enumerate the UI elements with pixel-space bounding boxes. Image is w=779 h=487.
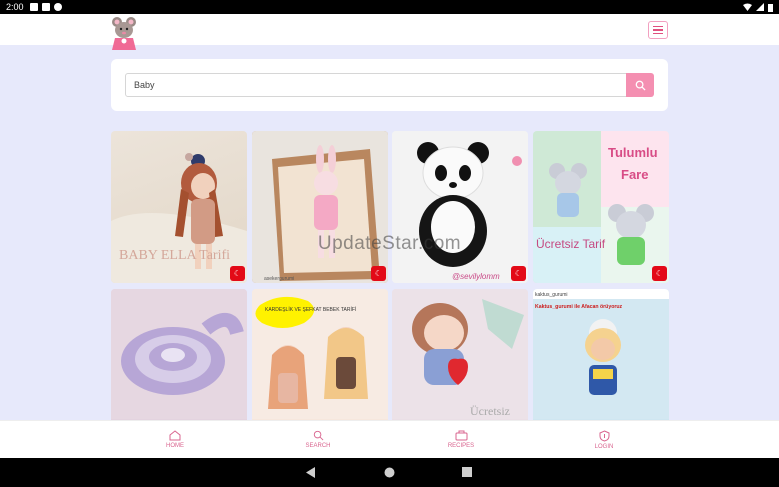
turkey-flag-icon: ☾ [230,266,245,281]
recipe-card[interactable]: kaktus_gurumi Kaktus_gurumi ile Afacan ö… [533,289,669,441]
recipe-image: Tulumlu Fare Ücretsiz Tarif [533,131,669,283]
search-icon [635,80,646,91]
search-icon [313,430,323,441]
recipe-card[interactable]: asekergurumi ☾ [252,131,388,283]
search-card [111,59,668,111]
nav-home[interactable]: HOME [145,430,205,449]
search-input[interactable] [125,73,627,97]
recipe-image: BABY ELLA Tarifi [111,153,247,283]
recipe-card[interactable]: KARDEŞLİK VE ŞEFKAT BEBEK TARİFİ [252,289,388,441]
tile-handle: kaktus_gurumi [535,292,568,298]
recipe-image [111,289,247,419]
recipe-image: asekergurumi [252,131,388,283]
recipe-image: kaktus_gurumi Kaktus_gurumi ile Afacan ö… [533,289,669,419]
wifi-icon [743,3,752,11]
svg-text:Tulumlu: Tulumlu [608,145,658,160]
turkey-flag-icon: ☾ [511,266,526,281]
hamburger-menu-button[interactable] [648,21,668,39]
nav-recipes[interactable]: RECIPES [431,430,491,449]
turkey-flag-icon: ☾ [371,266,386,281]
notification-icon [29,3,38,11]
recipe-card[interactable]: Tulumlu Fare Ücretsiz Tarif ☾ [533,131,669,283]
tile-handle: asekergurumi [264,276,294,282]
watermark-text: UpdateStar.com [317,233,462,254]
signal-icon [756,3,764,11]
recipe-image: KARDEŞLİK VE ŞEFKAT BEBEK TARİFİ [252,289,388,419]
search-button[interactable] [626,73,654,97]
sync-icon [53,3,62,11]
status-time: 2:00 [6,2,24,12]
recipes-icon [455,430,467,441]
nav-search-label: SEARCH [305,443,331,449]
recipe-card[interactable]: @sevilylomm ☾ [392,131,528,283]
system-navigation-bar [0,458,779,487]
nav-recipes-label: RECIPES [447,443,475,449]
login-icon [599,430,609,442]
status-bar: 2:00 [0,0,779,14]
svg-text:Fare: Fare [621,167,648,182]
tile-title: Kaktus_gurumi ile Afacan örüyoruz [535,304,623,310]
recents-icon[interactable] [462,467,472,477]
turkey-flag-icon: ☾ [652,266,667,281]
battery-icon [768,3,773,12]
recipe-card[interactable]: BABY ELLA Tarifi ☾ [111,131,247,283]
tile-title: Ücretsiz [470,404,510,418]
recipe-image: @sevilylomm [392,131,528,283]
app-header [0,14,779,50]
bottom-navigation: HOME SEARCH RECIPES LOGIN [0,420,779,458]
recipe-image: Ücretsiz [392,289,528,419]
tile-title: KARDEŞLİK VE ŞEFKAT BEBEK TARİFİ [265,306,356,313]
tile-handle: @sevilylomm [452,272,500,281]
recipe-card[interactable] [111,289,247,441]
home-icon [169,430,181,441]
home-circle-icon[interactable] [384,467,395,478]
nav-login-label: LOGIN [594,444,614,450]
nav-login[interactable]: LOGIN [574,430,634,450]
logo-mouse-icon[interactable] [110,16,138,52]
sim-icon [41,3,50,11]
nav-search[interactable]: SEARCH [288,430,348,449]
recipe-card[interactable]: Ücretsiz [392,289,528,441]
nav-home-label: HOME [166,443,184,449]
back-icon[interactable] [306,467,316,478]
